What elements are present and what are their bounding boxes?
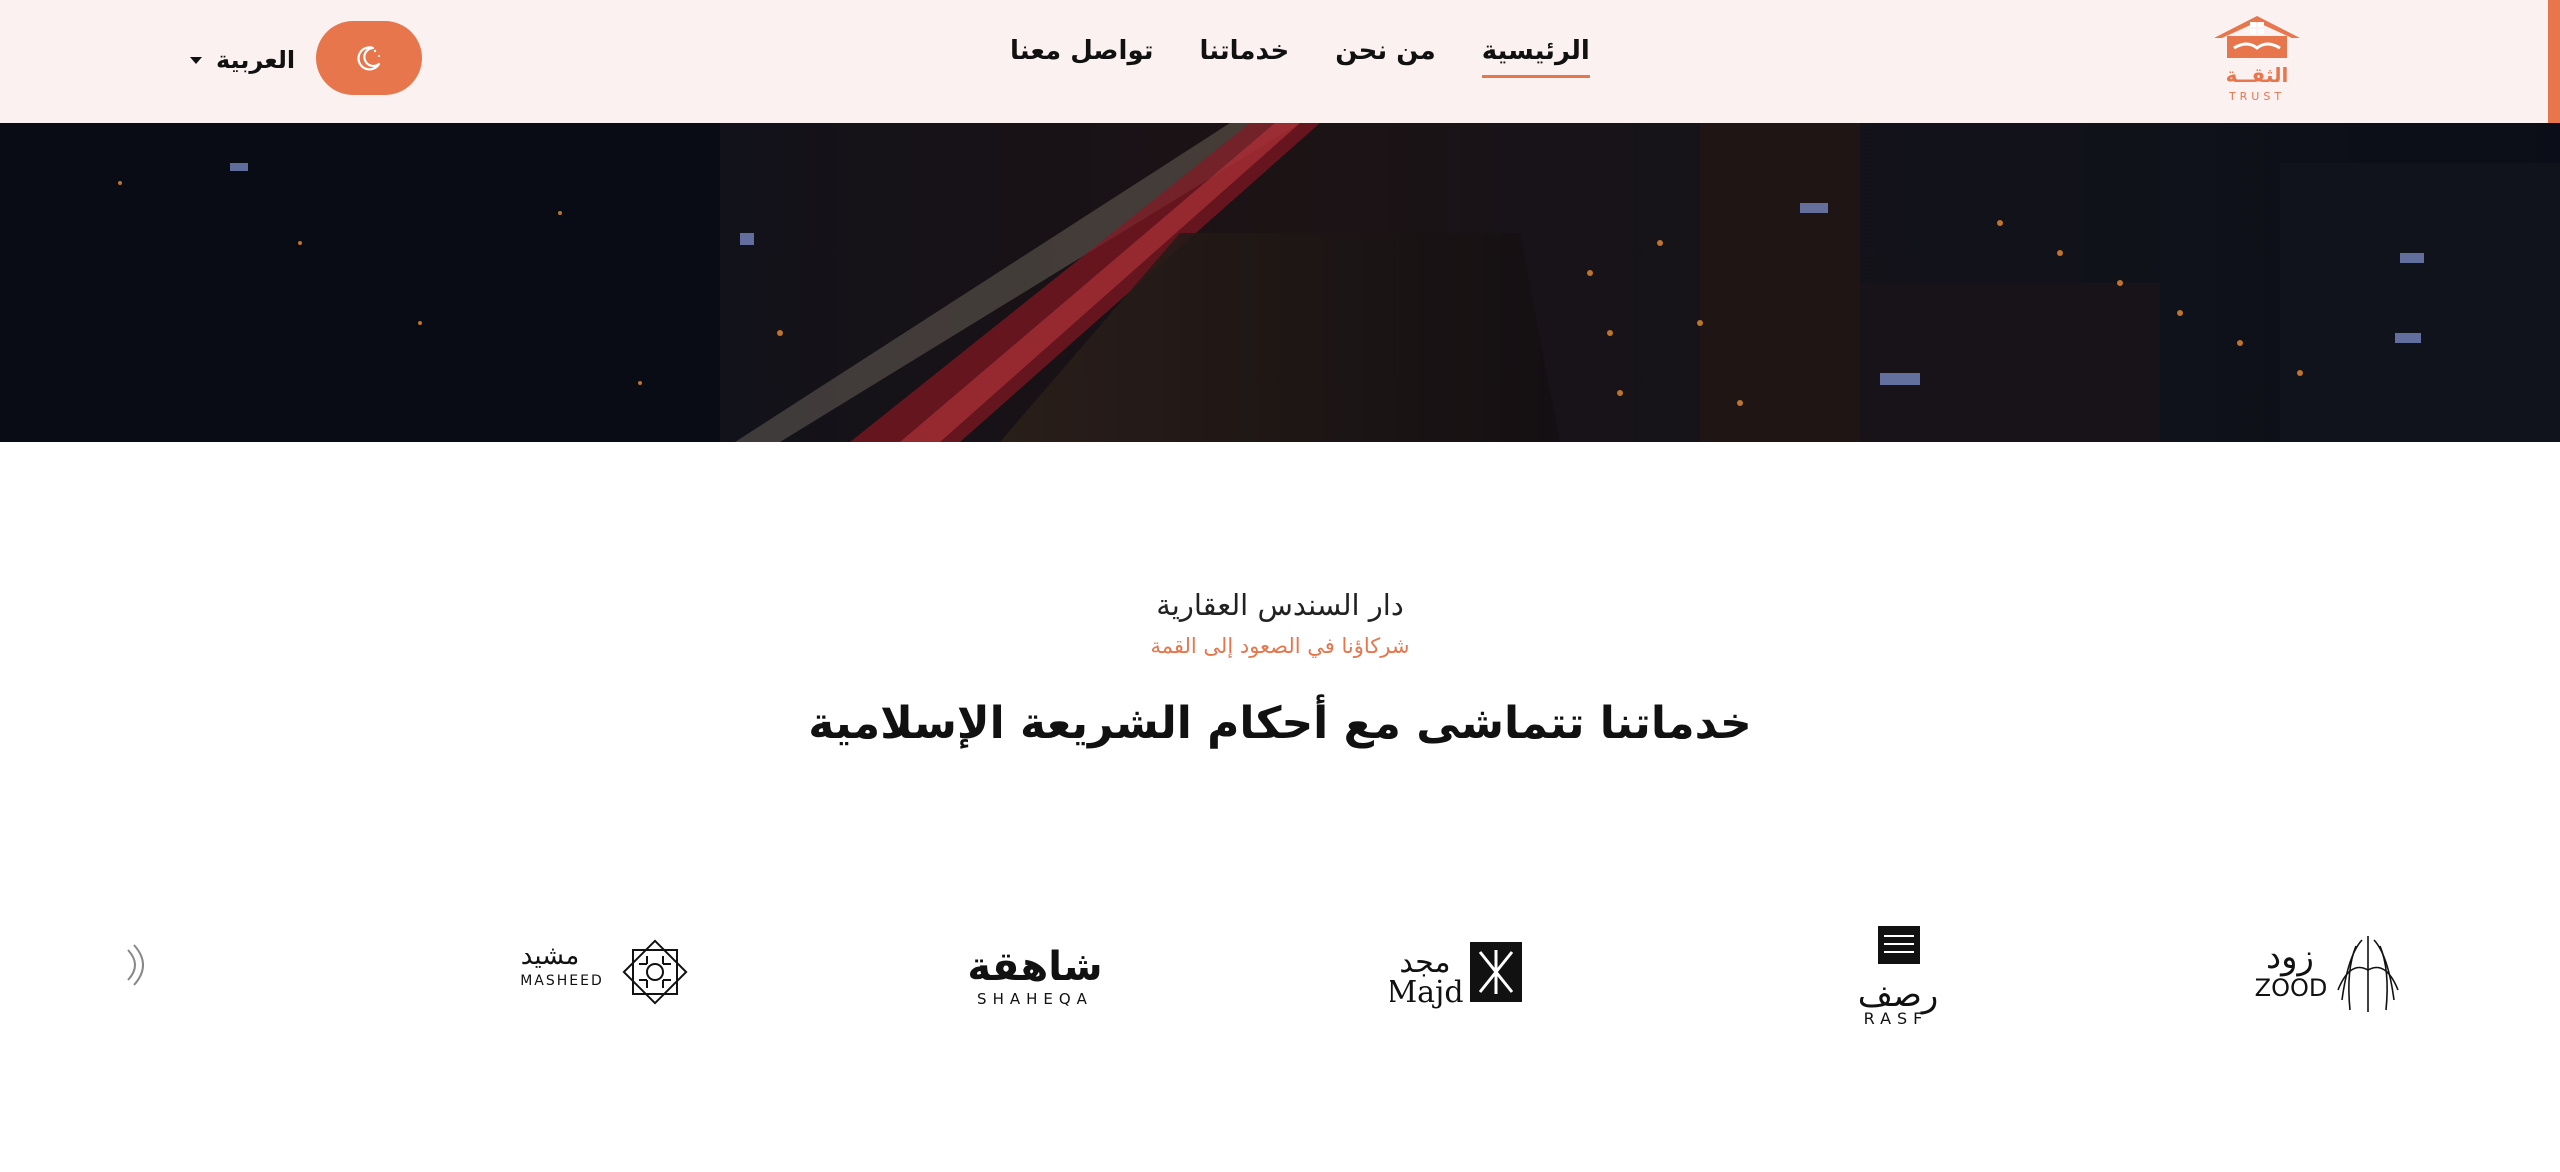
scroll-progress-bar bbox=[2548, 0, 2560, 130]
theme-toggle-button[interactable] bbox=[316, 21, 422, 95]
partners-carousel: مشيد MASHEED شاهقة SHAHEQA مجد Majd رصف … bbox=[0, 900, 2560, 1050]
moon-stars-icon bbox=[357, 46, 381, 71]
nav-services[interactable]: خدماتنا bbox=[1200, 36, 1290, 74]
partner-logo-shaheqa[interactable]: شاهقة SHAHEQA bbox=[955, 900, 1115, 1050]
hero-banner-image bbox=[0, 123, 2560, 442]
language-selector[interactable]: العربية bbox=[190, 40, 295, 80]
partner-logo-masheed[interactable]: مشيد MASHEED bbox=[510, 900, 690, 1050]
logo-latin: TRUST bbox=[2228, 90, 2285, 102]
partner-logo-zood[interactable]: زود ZOOD bbox=[2250, 900, 2410, 1050]
svg-text:Majd: Majd bbox=[1390, 975, 1464, 1010]
top-navbar: العربية تواصل معنا خدماتنا من نحن الرئيس… bbox=[0, 0, 2560, 130]
section-headline: خدماتنا تتماشى مع أحكام الشريعة الإسلامي… bbox=[808, 698, 1752, 749]
svg-text:ZOOD: ZOOD bbox=[2255, 974, 2328, 1002]
svg-text:SHAHEQA: SHAHEQA bbox=[977, 990, 1093, 1008]
nav-contact[interactable]: تواصل معنا bbox=[1010, 36, 1154, 74]
svg-text:مشيد: مشيد bbox=[521, 941, 580, 971]
partner-logo-majd[interactable]: مجد Majd bbox=[1390, 900, 1530, 1050]
language-label: العربية bbox=[216, 46, 296, 74]
svg-text:زود: زود bbox=[2266, 937, 2314, 977]
svg-text:MASHEED: MASHEED bbox=[520, 973, 604, 989]
svg-text:شاهقة: شاهقة bbox=[967, 944, 1102, 990]
partner-logo-partial bbox=[127, 944, 144, 986]
partner-logo-rasf[interactable]: رصف RASF bbox=[1850, 900, 1950, 1050]
main-menu: تواصل معنا خدماتنا من نحن الرئيسية bbox=[1010, 36, 1590, 78]
nav-home[interactable]: الرئيسية bbox=[1481, 36, 1590, 78]
site-logo[interactable]: الثقــة TRUST bbox=[2212, 14, 2302, 102]
logo-arabic: الثقــة bbox=[2226, 63, 2289, 87]
svg-text:RASF: RASF bbox=[1864, 1009, 1929, 1028]
house-handshake-icon bbox=[2214, 16, 2300, 58]
chevron-down-icon bbox=[190, 56, 202, 64]
tagline: شركاؤنا في الصعود إلى القمة bbox=[1150, 634, 1410, 658]
nav-about[interactable]: من نحن bbox=[1335, 36, 1435, 74]
company-name: دار السندس العقارية bbox=[1156, 588, 1404, 622]
